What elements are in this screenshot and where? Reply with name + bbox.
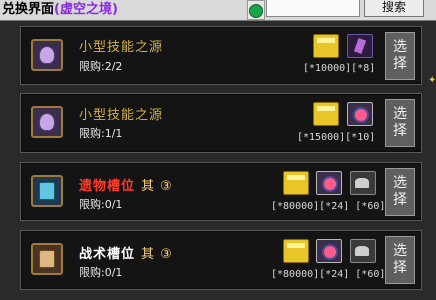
list-item: 战术槽位其 ③ 限购:0/1 [*80000][*24] [*60] 选择 [20,230,422,290]
skill-source-icon [31,39,63,71]
header-bar: 兑换界面(虚空之境) 搜索 [0,0,436,21]
item-name: 小型技能之源 [79,108,164,123]
select-button[interactable]: 选择 [385,32,415,80]
void-orb-icon [347,102,373,126]
search-input[interactable] [266,0,360,17]
gold-bar-icon [313,102,339,126]
void-orb-icon [316,171,342,195]
sparkle-icon: ✦ [428,75,436,86]
select-button[interactable]: 选择 [385,236,415,284]
gold-bar-icon [313,34,339,58]
list-item: 小型技能之源 限购:1/1 [*15000][*10] 选择 [20,93,422,153]
search-icon[interactable] [247,0,265,20]
cost-text: [*80000][*24] [*60] [271,201,386,212]
stone-icon [350,239,376,263]
purchase-limit: 限购:0/1 [79,266,123,279]
skill-source-icon [31,106,63,138]
cost-text: [*10000][*8] [303,63,376,74]
relic-slot-icon [31,175,63,207]
gold-bar-icon [283,171,309,195]
item-name: 战术槽位其 ③ [79,247,173,262]
purple-crystal-icon [347,34,373,58]
cost-text: [*80000][*24] [*60] [271,269,386,280]
list-item: 小型技能之源 限购:2/2 [*10000][*8] 选择 [20,26,422,85]
select-button[interactable]: 选择 [385,99,415,147]
purchase-limit: 限购:0/1 [79,198,123,211]
void-orb-icon [316,239,342,263]
purchase-limit: 限购:2/2 [79,60,123,73]
item-name: 遗物槽位其 ③ [79,179,173,194]
list-item: 遗物槽位其 ③ 限购:0/1 [*80000][*24] [*60] 选择 [20,162,422,221]
gold-bar-icon [283,239,309,263]
window-title: 兑换界面(虚空之境) [2,0,118,20]
item-name: 小型技能之源 [79,40,164,55]
select-button[interactable]: 选择 [385,168,415,216]
title-text: 兑换界面 [2,2,55,17]
tactic-slot-icon [31,243,63,275]
purchase-limit: 限购:1/1 [79,127,123,140]
stone-icon [350,171,376,195]
search-button[interactable]: 搜索 [364,0,424,17]
cost-text: [*15000][*10] [297,132,376,143]
title-subtitle: (虚空之境) [54,2,118,17]
